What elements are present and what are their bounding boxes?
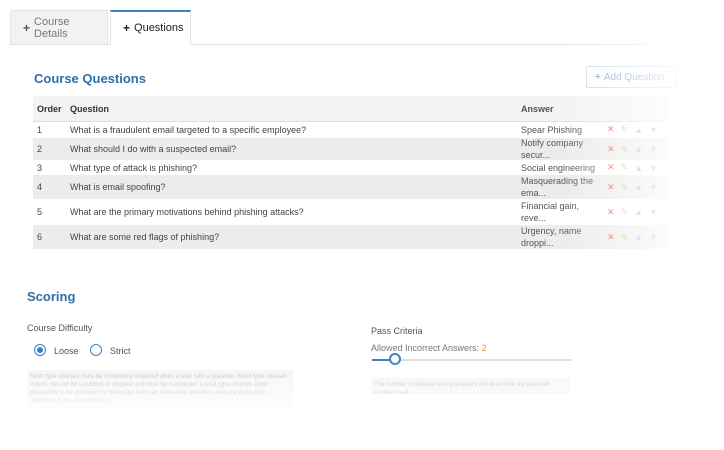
row-order: 6 xyxy=(37,232,43,242)
header-answer: Answer xyxy=(521,103,554,114)
row-order: 2 xyxy=(37,144,43,154)
add-question-label: Add Question xyxy=(603,71,665,83)
pass-criteria-label: Pass Criteria xyxy=(371,326,423,336)
row-order: 5 xyxy=(37,207,43,217)
radio-loose-label: Loose xyxy=(54,346,79,356)
tab-bar: + Course Details + Questions xyxy=(10,10,650,45)
plus-icon: + xyxy=(123,21,131,35)
radio-loose[interactable] xyxy=(34,344,46,356)
table-header: Order Question Answer xyxy=(33,96,668,122)
pass-criteria-slider-track[interactable] xyxy=(372,359,572,361)
table-row: 6 What are some red flags of phishing? Urg… xyxy=(33,225,668,250)
tab-course-details[interactable]: + Course Details xyxy=(10,10,108,44)
table-row: 3 What type of attack is phishing? Social … xyxy=(33,161,668,175)
row-question: What are some red flags of phishing? xyxy=(70,232,220,242)
row-question: What type of attack is phishing? xyxy=(70,162,198,173)
row-answer: Urgency, name droppi... xyxy=(521,226,582,248)
allowed-incorrect-label: Allowed Incorrect Answers: xyxy=(371,343,480,353)
delete-icon[interactable]: ✕ xyxy=(607,144,615,155)
row-answer: Masquerading the ema... xyxy=(521,176,594,198)
row-order: 3 xyxy=(37,162,43,173)
move-up-icon[interactable]: ▲ xyxy=(634,163,643,173)
move-down-icon[interactable]: ▼ xyxy=(649,163,658,173)
edit-icon[interactable]: ✎ xyxy=(621,232,629,243)
add-question-button[interactable]: + Add Question xyxy=(586,66,676,88)
edit-icon[interactable]: ✎ xyxy=(621,124,629,135)
edit-icon[interactable]: ✎ xyxy=(621,207,629,218)
plus-icon: + xyxy=(23,20,31,35)
row-answer: Social engineering xyxy=(521,162,596,173)
row-answer: Financial gain, reve... xyxy=(521,201,580,223)
difficulty-help-text: Strict type courses must be completely r… xyxy=(27,370,293,410)
allowed-incorrect-answers: Allowed Incorrect Answers: 2 xyxy=(371,343,487,353)
move-up-icon[interactable]: ▲ xyxy=(634,232,643,242)
plus-icon: + xyxy=(595,71,601,83)
row-actions: ✕ ✎ ▲ ▼ xyxy=(601,124,668,135)
delete-icon[interactable]: ✕ xyxy=(607,207,615,218)
row-question: What are the primary motivations behind … xyxy=(70,207,304,217)
edit-icon[interactable]: ✎ xyxy=(621,162,629,173)
tab-label: Questions xyxy=(134,22,184,34)
move-up-icon[interactable]: ▲ xyxy=(634,182,643,192)
table-row: 2 What should I do with a suspected email… xyxy=(33,138,668,161)
delete-icon[interactable]: ✕ xyxy=(607,232,615,243)
allowed-incorrect-value: 2 xyxy=(481,343,487,353)
move-down-icon[interactable]: ▼ xyxy=(649,232,658,242)
row-answer: Spear Phishing xyxy=(521,124,583,135)
row-actions: ✕ ✎ ▲ ▼ xyxy=(601,207,668,218)
row-actions: ✕ ✎ ▲ ▼ xyxy=(601,144,668,155)
row-answer: Notify company secur... xyxy=(521,138,584,160)
move-down-icon[interactable]: ▼ xyxy=(649,125,658,135)
row-actions: ✕ ✎ ▲ ▼ xyxy=(601,162,668,173)
header-question: Question xyxy=(70,103,110,114)
tab-questions[interactable]: + Questions xyxy=(110,10,191,45)
move-up-icon[interactable]: ▲ xyxy=(634,207,643,217)
pass-help-text: The number of allowed wrong answers will… xyxy=(371,378,571,396)
row-actions: ✕ ✎ ▲ ▼ xyxy=(601,232,668,243)
radio-strict[interactable] xyxy=(90,344,102,356)
row-actions: ✕ ✎ ▲ ▼ xyxy=(601,182,668,193)
edit-icon[interactable]: ✎ xyxy=(621,182,629,193)
move-down-icon[interactable]: ▼ xyxy=(649,207,658,217)
course-difficulty-label: Course Difficulty xyxy=(27,323,93,333)
course-questions-title: Course Questions xyxy=(34,71,146,86)
delete-icon[interactable]: ✕ xyxy=(607,124,615,135)
row-question: What is email spoofing? xyxy=(70,182,166,192)
questions-table: Order Question Answer 1 What is a fraudul… xyxy=(33,96,668,250)
row-order: 1 xyxy=(37,124,43,135)
tab-label: Course Details xyxy=(34,15,70,40)
row-order: 4 xyxy=(37,182,43,192)
header-order: Order xyxy=(37,103,62,114)
table-row: 4 What is email spoofing? Masquerading the… xyxy=(33,175,668,200)
move-up-icon[interactable]: ▲ xyxy=(634,125,643,135)
table-row: 1 What is a fraudulent email targeted to … xyxy=(33,122,668,138)
row-question: What should I do with a suspected email? xyxy=(70,144,237,154)
table-row: 5 What are the primary motivations behind… xyxy=(33,200,668,225)
delete-icon[interactable]: ✕ xyxy=(607,182,615,193)
scoring-title: Scoring xyxy=(27,289,76,304)
delete-icon[interactable]: ✕ xyxy=(607,162,615,173)
pass-criteria-slider-handle[interactable] xyxy=(389,353,401,365)
move-down-icon[interactable]: ▼ xyxy=(649,144,658,154)
edit-icon[interactable]: ✎ xyxy=(621,144,629,155)
radio-strict-label: Strict xyxy=(110,346,131,356)
row-question: What is a fraudulent email targeted to a… xyxy=(70,124,307,135)
move-up-icon[interactable]: ▲ xyxy=(634,144,643,154)
move-down-icon[interactable]: ▼ xyxy=(649,182,658,192)
